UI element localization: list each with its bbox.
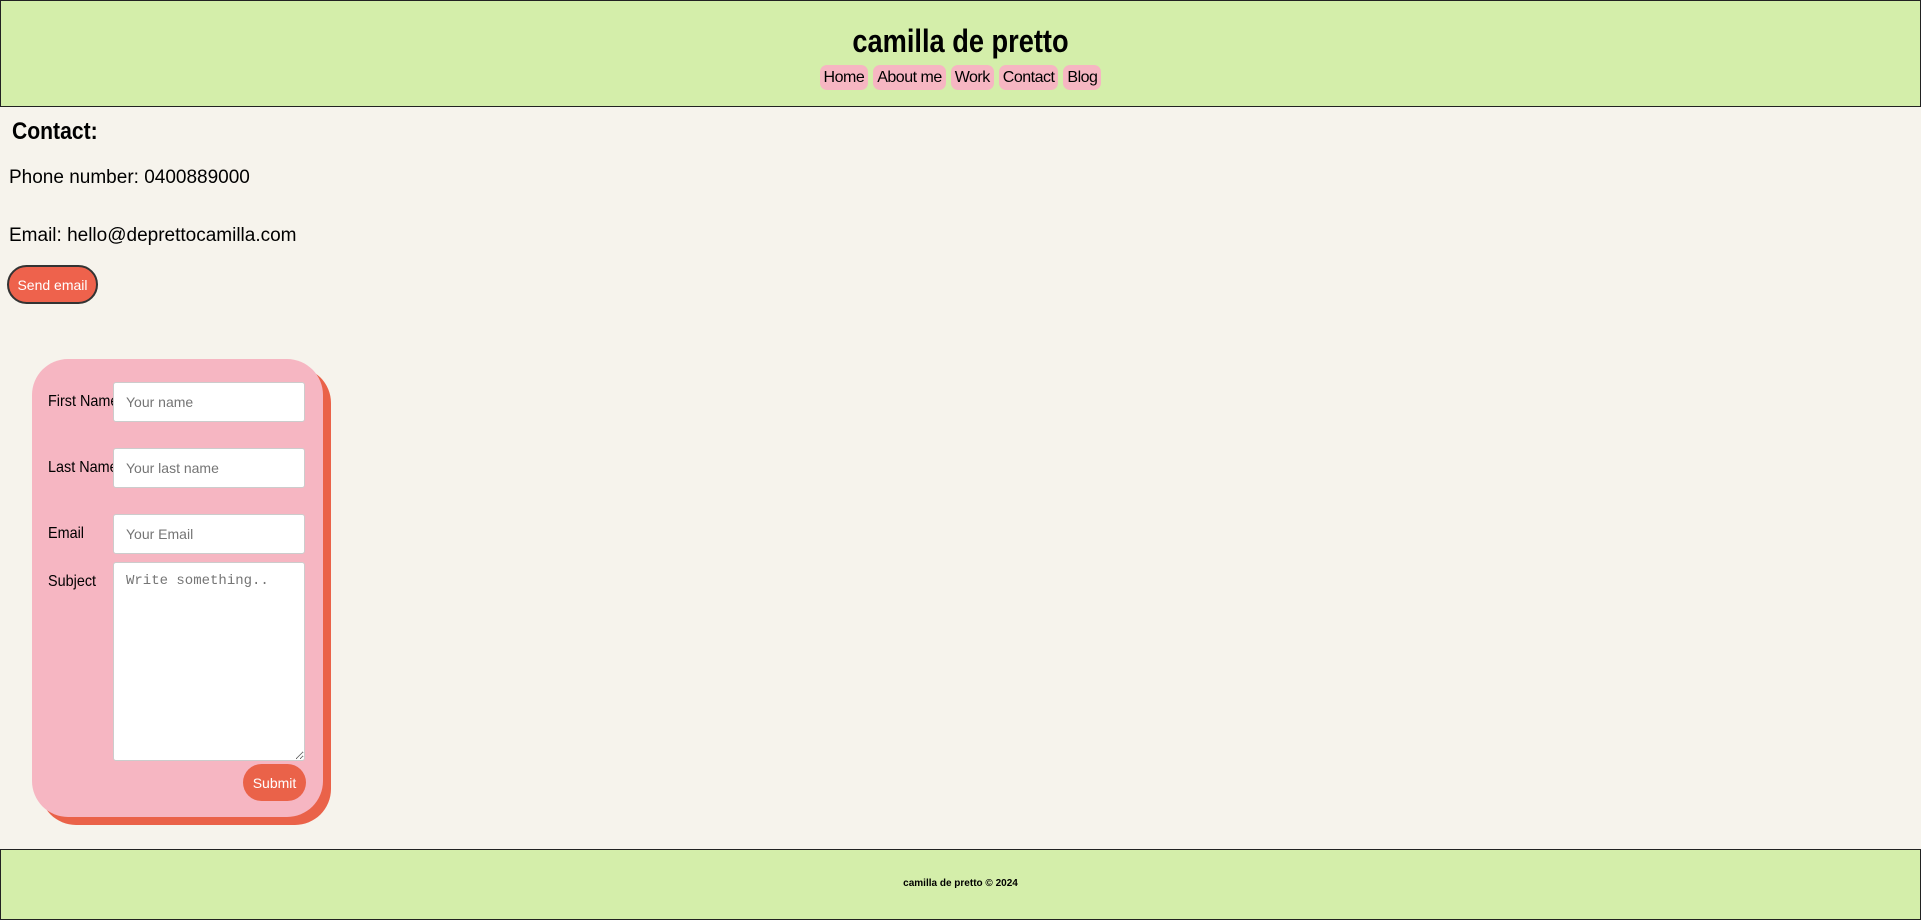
email-input[interactable] [113,514,305,554]
footer-copyright: camilla de pretto © 2024 [903,878,1018,889]
nav-blog[interactable]: Blog [1063,65,1102,90]
site-title: camilla de pretto [852,23,1069,59]
phone-number: Phone number: 0400889000 [9,167,250,188]
last-name-label: Last Name [48,459,118,476]
nav-contact[interactable]: Contact [998,65,1059,90]
contact-form: First Name Last Name Email Subject Submi… [32,359,323,817]
first-name-input[interactable] [113,382,305,422]
last-name-input[interactable] [113,448,305,488]
site-footer: camilla de pretto © 2024 [0,849,1921,920]
nav-about-me[interactable]: About me [873,65,946,90]
nav-work[interactable]: Work [950,65,994,90]
contact-heading: Contact: [12,118,98,145]
send-email-button[interactable]: Send email [7,265,98,304]
nav-home[interactable]: Home [819,65,869,90]
site-header: camilla de pretto Home About me Work Con… [0,0,1921,107]
submit-button[interactable]: Submit [243,764,306,801]
subject-label: Subject [48,573,97,590]
first-name-label: First Name [48,393,119,410]
email-address: Email: hello@deprettocamilla.com [9,225,297,246]
email-label: Email [48,525,85,542]
main-nav: Home About me Work Contact Blog [1,65,1920,90]
subject-textarea[interactable] [113,562,305,761]
